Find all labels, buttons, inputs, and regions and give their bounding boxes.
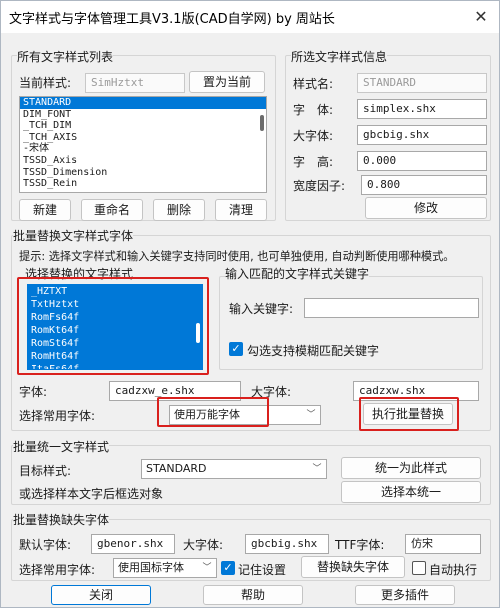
purge-style-button[interactable]: 清理 <box>215 199 267 221</box>
missing-common-font-select-value: 使用国标字体 <box>118 561 184 574</box>
modify-style-button[interactable]: 修改 <box>365 197 487 219</box>
target-style-select[interactable]: STANDARD ﹀ <box>141 459 327 479</box>
remember-settings-checkbox[interactable]: ✓ <box>221 561 235 575</box>
ttf-font-label: TTF字体: <box>335 538 385 552</box>
fuzzy-match-checkbox[interactable]: ✓ <box>229 342 243 356</box>
font-label: 字 体: <box>293 103 334 117</box>
batch-replace-group-label: 批量替换文字样式字体 <box>13 227 134 244</box>
window-title: 文字样式与字体管理工具V3.1版(CAD自学网) by 周站长 <box>9 12 335 27</box>
main-dialog: 文字样式与字体管理工具V3.1版(CAD自学网) by 周站长 ✕ 所有文字样式… <box>0 0 500 608</box>
replace-list-highlight <box>17 277 209 375</box>
style-name-label: 样式名: <box>293 77 334 91</box>
close-window-icon[interactable]: ✕ <box>471 7 491 27</box>
common-font-label: 选择常用字体: <box>19 409 96 423</box>
title-bar: 文字样式与字体管理工具V3.1版(CAD自学网) by 周站长 ✕ <box>1 1 499 33</box>
select-sample-button[interactable]: 选择本统一 <box>341 481 481 503</box>
auto-execute-label: 自动执行 <box>429 563 478 577</box>
missing-bigfont-field[interactable]: gbcbig.shx <box>245 534 329 554</box>
more-plugins-button[interactable]: 更多插件 <box>355 585 455 605</box>
fuzzy-match-label: 勾选支持模糊匹配关键字 <box>247 344 380 358</box>
style-name-field[interactable]: STANDARD <box>357 73 487 93</box>
style-info-group-label: 所选文字样式信息 <box>291 48 388 65</box>
list-item[interactable]: STANDARD <box>20 97 266 109</box>
bigfont-field[interactable]: gbcbig.shx <box>357 125 487 145</box>
style-list-scrollbar[interactable] <box>260 115 264 131</box>
keyword-group-label: 输入匹配的文字样式关键字 <box>225 265 370 282</box>
default-font-field[interactable]: gbenor.shx <box>91 534 175 554</box>
common-font-highlight <box>157 397 269 427</box>
unify-group-label: 批量统一文字样式 <box>13 438 110 455</box>
remember-settings-label: 记住设置 <box>238 563 287 577</box>
delete-style-button[interactable]: 删除 <box>153 199 205 221</box>
font-field[interactable]: simplex.shx <box>357 99 487 119</box>
auto-execute-checkbox[interactable] <box>412 561 426 575</box>
ttf-font-field[interactable]: 仿宋 <box>405 534 481 554</box>
target-style-select-value: STANDARD <box>146 462 207 475</box>
set-current-button[interactable]: 置为当前 <box>189 71 265 93</box>
list-item[interactable]: -宋体 <box>20 143 266 155</box>
new-style-button[interactable]: 新建 <box>19 199 71 221</box>
keyword-input[interactable] <box>304 298 479 318</box>
bigfont-label: 大字体: <box>293 129 334 143</box>
replace-missing-font-button[interactable]: 替换缺失字体 <box>301 556 405 578</box>
height-label: 字 高: <box>293 155 334 169</box>
missing-bigfont-label: 大字体: <box>183 538 224 552</box>
target-style-label: 目标样式: <box>19 464 72 478</box>
keyword-label: 输入关键字: <box>229 302 294 316</box>
missing-font-group-label: 批量替换缺失字体 <box>13 511 110 528</box>
chevron-down-icon: ﹀ <box>202 563 212 573</box>
or-select-sample-label: 或选择样本文字后框选对象 <box>19 487 164 501</box>
width-factor-field[interactable]: 0.800 <box>361 175 487 195</box>
list-item[interactable]: _TCH_AXIS <box>20 132 266 144</box>
list-item[interactable]: TSSD_Axis <box>20 155 266 167</box>
list-item[interactable]: TSSD_Dimension <box>20 167 266 179</box>
current-style-label: 当前样式: <box>19 76 72 90</box>
execute-button-highlight <box>359 397 459 431</box>
current-style-field[interactable]: SimHztxt <box>85 73 185 93</box>
batch-replace-hint: 提示: 选择文字样式和输入关键字支持同时使用, 也可单独使用, 自动判断使用哪种… <box>19 250 455 263</box>
list-item[interactable]: _TCH_DIM <box>20 120 266 132</box>
replace-font-label: 字体: <box>19 385 48 399</box>
help-button[interactable]: 帮助 <box>203 585 303 605</box>
missing-common-font-label: 选择常用字体: <box>19 563 96 577</box>
chevron-down-icon: ﹀ <box>312 464 322 474</box>
rename-style-button[interactable]: 重命名 <box>81 199 143 221</box>
unify-style-button[interactable]: 统一为此样式 <box>341 457 481 479</box>
missing-common-font-select[interactable]: 使用国标字体 ﹀ <box>113 558 217 578</box>
default-font-label: 默认字体: <box>19 538 72 552</box>
list-item[interactable]: TSSD_Rein <box>20 178 266 190</box>
width-factor-label: 宽度因子: <box>293 179 346 193</box>
list-item[interactable]: DIM_FONT <box>20 109 266 121</box>
style-list[interactable]: STANDARD DIM_FONT _TCH_DIM _TCH_AXIS -宋体 TSSD… <box>19 96 267 193</box>
close-button[interactable]: 关闭 <box>51 585 151 605</box>
chevron-down-icon: ﹀ <box>306 410 316 420</box>
height-field[interactable]: 0.000 <box>357 151 487 171</box>
style-list-group-label: 所有文字样式列表 <box>17 48 114 65</box>
